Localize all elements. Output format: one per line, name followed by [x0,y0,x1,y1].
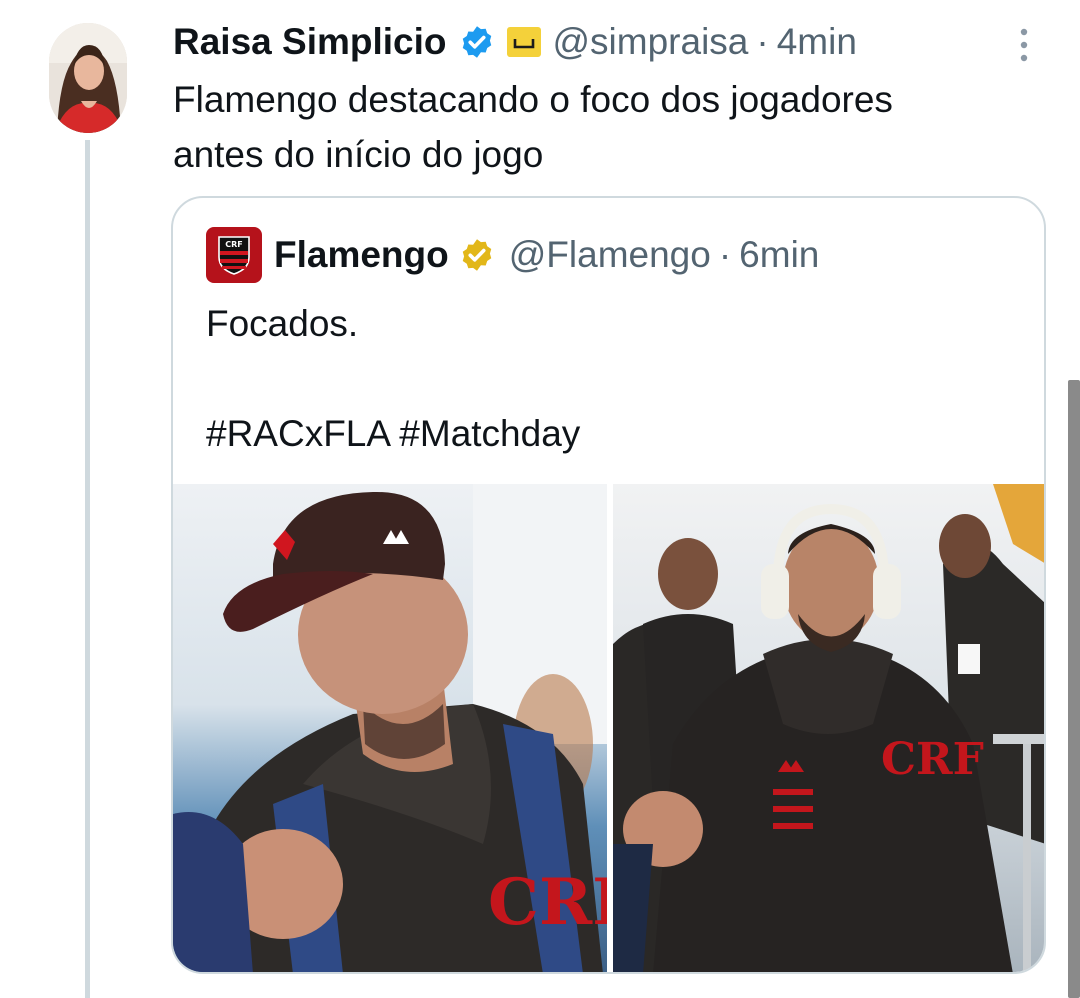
author-avatar[interactable] [49,23,127,133]
quoted-tweet-time[interactable]: 6min [739,234,819,276]
tweet-text-line-2: antes do início do jogo [173,134,544,175]
thread-line [85,140,90,998]
gold-verified-badge-icon [459,237,495,273]
quoted-author-handle[interactable]: @Flamengo [509,234,711,276]
quoted-hashtags[interactable]: #RACxFLA #Matchday [206,406,580,461]
tweet-text-line-1: Flamengo destacando o foco dos jogadores [173,79,893,120]
scrollbar[interactable] [1068,380,1080,998]
yellow-label-icon[interactable] [506,27,541,57]
quoted-tweet-header: CRF Flamengo @Flamengo · 6min [206,226,819,284]
more-vertical-icon[interactable] [1012,26,1036,66]
tweet-time[interactable]: 4min [777,21,857,63]
svg-text:CRF: CRF [488,865,607,940]
tweet-header: Raisa Simplicio @simpraisa · 4min [173,18,857,66]
separator-dot: · [756,21,769,62]
quoted-photo-1[interactable]: CRF [173,484,607,972]
svg-text:CRF: CRF [225,240,243,249]
quoted-text-line-1: Focados. [206,303,359,344]
quoted-tweet-text: Focados. #RACxFLA #Matchday [206,296,580,461]
svg-text:CRF: CRF [881,734,984,785]
flamengo-logo-icon[interactable]: CRF [206,227,262,283]
author-handle[interactable]: @simpraisa [553,21,749,63]
quoted-author-name[interactable]: Flamengo [274,234,449,276]
author-name[interactable]: Raisa Simplicio [173,21,447,63]
quoted-tweet-card[interactable]: CRF Flamengo @Flamengo · 6min Focados. #… [171,196,1046,974]
verified-badge-icon [459,24,495,60]
quoted-separator-dot: · [718,234,732,275]
tweet-text: Flamengo destacando o foco dos jogadores… [173,72,1053,182]
quoted-photo-2[interactable]: CRF [613,484,1044,972]
